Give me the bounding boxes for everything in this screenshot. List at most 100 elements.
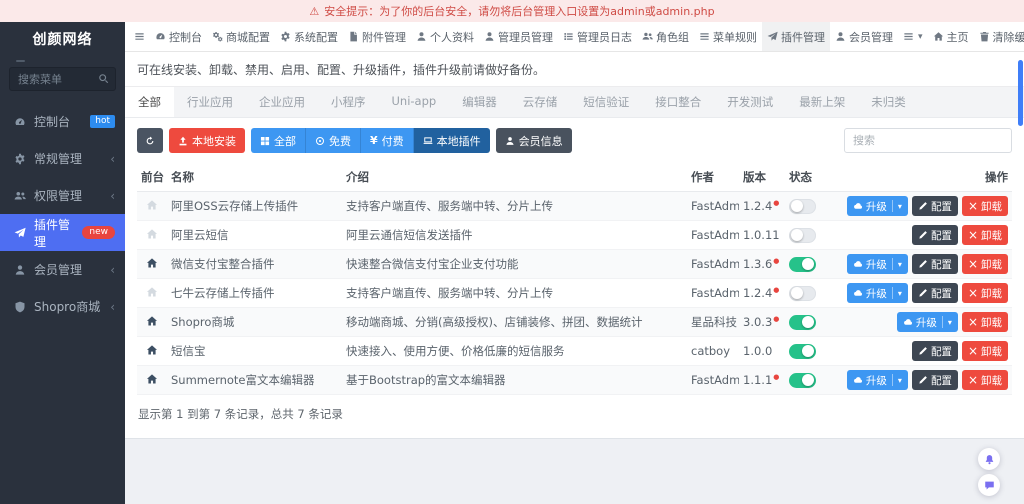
- status-toggle[interactable]: [789, 285, 816, 301]
- category-tab[interactable]: 云存储: [510, 87, 571, 117]
- category-tab[interactable]: 企业应用: [246, 87, 318, 117]
- toggle-knob: [791, 229, 803, 241]
- config-button[interactable]: 配置: [911, 196, 958, 216]
- author-cell: 星品科技: [687, 307, 739, 337]
- upgrade-button[interactable]: 升级 ▾: [846, 370, 908, 390]
- intro-cell: 支持客户端直传、服务端中转、分片上传: [342, 191, 687, 221]
- category-tab[interactable]: 短信验证: [570, 87, 642, 117]
- category-tab[interactable]: Uni-app: [379, 87, 450, 117]
- uninstall-button[interactable]: × 卸载: [961, 341, 1008, 361]
- intro-cell: 支持客户端直传、服务端中转、分片上传: [342, 278, 687, 308]
- topnav-item[interactable]: [129, 22, 150, 51]
- config-button[interactable]: 配置: [911, 370, 958, 390]
- category-tab[interactable]: 编辑器: [449, 87, 510, 117]
- users-icon: [14, 190, 26, 202]
- category-tab[interactable]: 接口整合: [642, 87, 714, 117]
- send-icon: [767, 31, 778, 42]
- new-badge: new: [82, 226, 115, 239]
- config-button[interactable]: 配置: [911, 225, 958, 245]
- topnav-item-label: 管理员日志: [577, 30, 632, 44]
- topnav-item[interactable]: 插件管理: [762, 22, 830, 51]
- member-info-button[interactable]: 会员信息: [495, 128, 572, 153]
- sidebar-item[interactable]: 会员管理 ‹: [0, 251, 125, 288]
- topnav-item-label: 管理员管理: [498, 30, 553, 44]
- filter-button[interactable]: ¥ 付费: [361, 128, 414, 153]
- config-button[interactable]: 配置: [911, 341, 958, 361]
- refresh-button[interactable]: [137, 128, 163, 153]
- topnav-item[interactable]: 管理员日志: [558, 22, 637, 51]
- topnav-item[interactable]: 菜单规则: [694, 22, 762, 51]
- category-tab[interactable]: 小程序: [318, 87, 379, 117]
- topnav-item-label: 个人资料: [430, 30, 474, 44]
- name-cell: 阿里云短信: [167, 220, 342, 250]
- filter-button[interactable]: 全部: [251, 128, 306, 153]
- status-toggle[interactable]: [789, 314, 816, 330]
- sidebar-item[interactable]: 插件管理 new: [0, 214, 125, 251]
- author-cell: FastAdmin: [687, 191, 739, 221]
- uninstall-button[interactable]: × 卸载: [961, 225, 1008, 245]
- uninstall-button[interactable]: × 卸载: [961, 312, 1008, 332]
- upgrade-button[interactable]: 升级 ▾: [846, 283, 908, 303]
- version-cell: 3.0.3●: [739, 307, 785, 337]
- config-button[interactable]: 配置: [911, 283, 958, 303]
- status-toggle[interactable]: [789, 198, 816, 214]
- split-divider: [891, 374, 893, 386]
- topnav-item[interactable]: 商城配置: [207, 22, 275, 51]
- upgrade-button[interactable]: 升级 ▾: [846, 254, 908, 274]
- topnav-item[interactable]: 附件管理: [343, 22, 411, 51]
- topnav-item[interactable]: 会员管理: [830, 22, 898, 51]
- author-cell: catboy: [687, 336, 739, 366]
- upgrade-button[interactable]: 升级 ▾: [846, 196, 908, 216]
- uninstall-button[interactable]: × 卸载: [961, 283, 1008, 303]
- sidebar-item[interactable]: 常规管理 ‹: [0, 140, 125, 177]
- category-tab[interactable]: 行业应用: [174, 87, 246, 117]
- category-tab[interactable]: 全部: [125, 87, 174, 117]
- version-label: 1.1.1: [743, 373, 773, 387]
- category-tab[interactable]: 未归类: [858, 87, 919, 117]
- uninstall-button[interactable]: × 卸载: [961, 254, 1008, 274]
- plugin-search-input[interactable]: [844, 128, 1012, 153]
- config-button[interactable]: 配置: [911, 254, 958, 274]
- upgrade-label: 升级: [865, 287, 887, 300]
- caret-down-icon: ▾: [918, 31, 923, 42]
- topnav-item-label: 清除缓存: [992, 30, 1024, 44]
- status-toggle[interactable]: [789, 372, 816, 388]
- topnav-left-group: 控制台 商城配置 系统配置 附件管理 个人资料 管理员管理 管理员日志 角色组 菜单规则 插件管理…: [129, 22, 898, 51]
- users-icon: [642, 31, 653, 42]
- upgrade-button[interactable]: 升级 ▾: [896, 312, 958, 332]
- warning-icon: ⚠: [309, 4, 320, 18]
- topnav-item[interactable]: 主页: [928, 22, 974, 51]
- status-cell: [785, 278, 837, 308]
- gauge-icon: [14, 116, 26, 128]
- action-buttons: 升级 ▾ 配置 × 卸载: [841, 254, 1008, 274]
- topnav-item[interactable]: 管理员管理: [479, 22, 558, 51]
- status-cell: [785, 365, 837, 395]
- filter-button[interactable]: 本地插件: [413, 128, 490, 153]
- action-buttons: 升级 ▾ 配置 × 卸载: [841, 283, 1008, 303]
- uninstall-button[interactable]: × 卸载: [961, 196, 1008, 216]
- sidebar-item[interactable]: Shopro商城 ‹: [0, 288, 125, 325]
- topnav-item[interactable]: 系统配置: [275, 22, 343, 51]
- status-toggle[interactable]: [789, 256, 816, 272]
- sidebar-divider: [16, 60, 25, 62]
- status-toggle[interactable]: [789, 227, 816, 243]
- notifications-fab[interactable]: [978, 448, 1000, 470]
- frontend-cell: [137, 307, 167, 337]
- sidebar-item[interactable]: 控制台 hot: [0, 103, 125, 140]
- status-toggle[interactable]: [789, 343, 816, 359]
- topnav-item[interactable]: 清除缓存: [974, 22, 1024, 51]
- topnav-item[interactable]: ▾: [898, 22, 928, 51]
- chat-fab[interactable]: [978, 474, 1000, 496]
- topnav-item[interactable]: 个人资料: [411, 22, 479, 51]
- scrollbar-thumb[interactable]: [1018, 60, 1023, 126]
- category-tab[interactable]: 开发测试: [714, 87, 786, 117]
- sidebar-item[interactable]: 权限管理 ‹: [0, 177, 125, 214]
- filter-button[interactable]: 免费: [306, 128, 361, 153]
- home-icon: [146, 315, 158, 327]
- local-install-button[interactable]: 本地安装: [169, 128, 245, 153]
- category-tab[interactable]: 最新上架: [786, 87, 858, 117]
- security-warning-bar: ⚠ 安全提示：为了你的后台安全，请勿将后台管理入口设置为admin或admin.…: [0, 0, 1024, 22]
- topnav-item[interactable]: 角色组: [637, 22, 694, 51]
- topnav-item[interactable]: 控制台: [150, 22, 207, 51]
- uninstall-button[interactable]: × 卸载: [961, 370, 1008, 390]
